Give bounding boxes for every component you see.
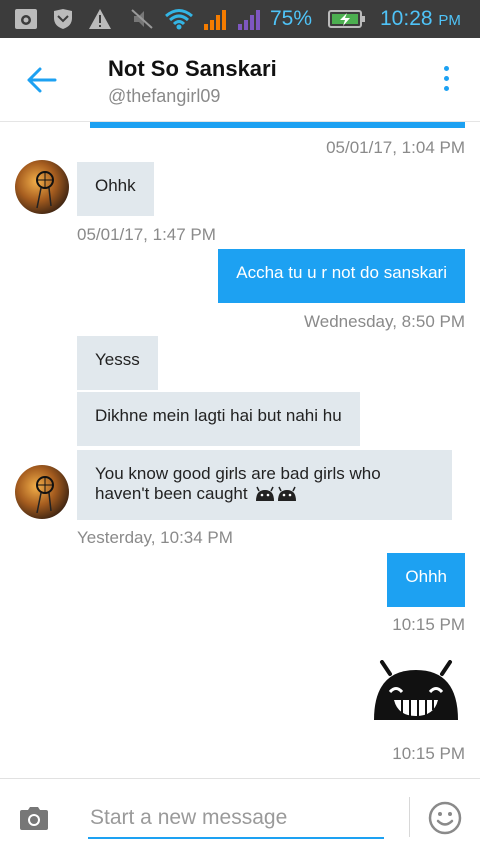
emoji-icon[interactable] [428,801,462,835]
avatar[interactable] [15,465,69,519]
battery-percent: 75% [270,7,313,30]
message-composer [0,778,480,854]
status-bar: 75% 10:28 PM [0,0,480,38]
message-timestamp: 10:15 PM [392,744,465,763]
outgoing-message[interactable]: Accha tu u r not do sanskari [218,249,465,303]
mute-icon [131,9,153,29]
conversation-handle: @thefangirl09 [108,86,221,106]
incoming-message[interactable]: Dikhne mein lagti hai but nahi hu [77,392,360,446]
incoming-message[interactable]: Yesss [77,336,158,390]
shield-icon [54,9,72,29]
incoming-message[interactable]: You know good girls are bad girls who ha… [77,450,452,520]
clock-ampm: PM [438,12,461,29]
clock: 10:28 PM [380,7,461,31]
avatar[interactable] [15,160,69,214]
battery-charging-icon [328,10,365,28]
message-text: haven't been caught [95,484,248,503]
photo-notification-icon [15,9,37,29]
more-options-icon[interactable] [436,66,456,96]
message-list[interactable]: 05/01/17, 1:04 PM Ohhk 05/01/17, 1:47 PM… [0,122,480,778]
conversation-title: Not So Sanskari [108,56,277,81]
warning-icon [89,9,111,29]
dreamcatcher-avatar-icon [15,465,69,519]
message-timestamp: 05/01/17, 1:04 PM [326,138,465,157]
laughing-android-sticker-icon[interactable] [372,660,460,722]
outgoing-message[interactable]: Ohhh [387,553,465,607]
divider [409,797,410,837]
message-timestamp: 10:15 PM [392,615,465,634]
message-line: You know good girls are bad girls who [95,464,381,483]
wifi-icon [165,9,193,30]
message-input[interactable] [88,799,384,839]
signal-sim2-icon [238,10,260,30]
message-timestamp: 05/01/17, 1:47 PM [77,225,216,244]
conversation-header: Not So Sanskari @thefangirl09 [0,38,480,122]
previous-outgoing-bubble [90,122,465,128]
camera-icon[interactable] [18,805,50,831]
dreamcatcher-avatar-icon [15,160,69,214]
back-arrow-icon[interactable] [26,66,58,94]
message-line: haven't been caught [95,484,434,504]
message-timestamp: Yesterday, 10:34 PM [77,528,233,547]
incoming-message[interactable]: Ohhk [77,162,154,216]
clock-time: 10:28 [380,7,433,30]
signal-sim1-icon [204,10,226,30]
message-timestamp: Wednesday, 8:50 PM [304,312,465,331]
android-emoji-icon [255,486,296,501]
